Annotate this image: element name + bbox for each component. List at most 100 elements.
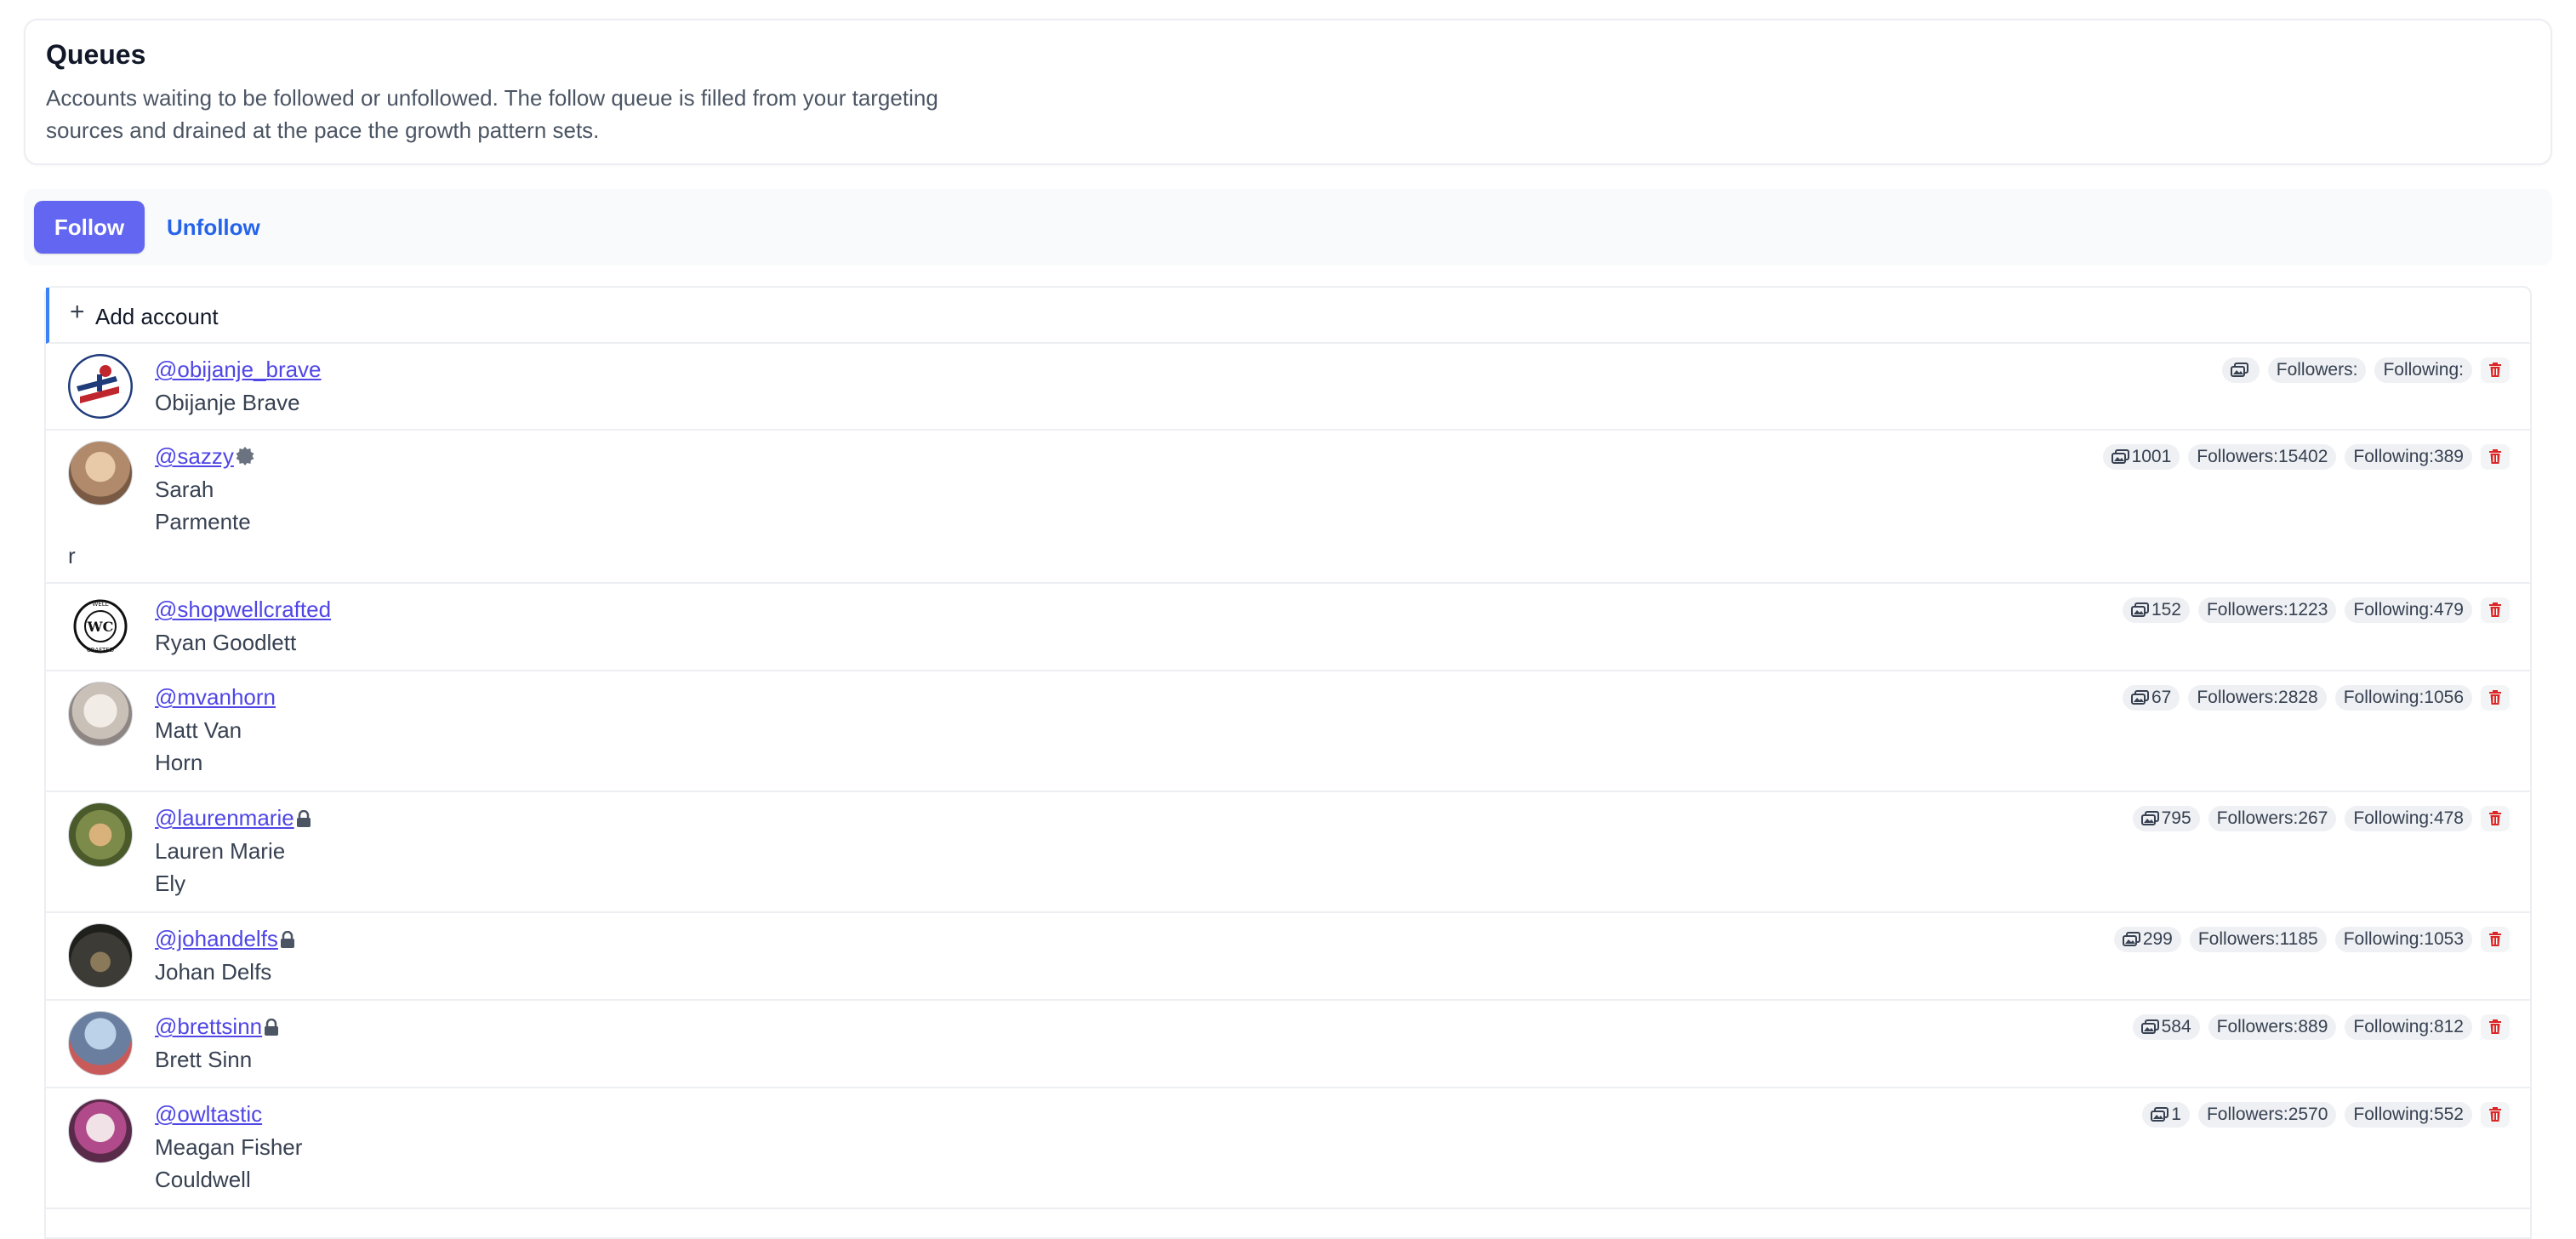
photos-icon (2140, 811, 2162, 826)
account-stats: 152 Followers: 1223 Following: 479 (2122, 597, 2510, 623)
following-count: 389 (2433, 447, 2464, 466)
remove-button[interactable] (2481, 1014, 2510, 1040)
handle-line: @mvanhorn (155, 684, 276, 711)
account-handle-link[interactable]: @shopwellcrafted (155, 597, 331, 622)
queue-row: @johandelfs Johan Delfs 299 Followers: 1185 F… (46, 913, 2530, 1001)
add-account-button[interactable]: + Add account (46, 288, 2530, 344)
lock-icon (296, 807, 311, 833)
followers-chip: Followers: 15402 (2188, 444, 2337, 470)
following-label: Following: (2383, 360, 2464, 380)
remove-button[interactable] (2481, 597, 2510, 623)
trash-icon (2488, 363, 2502, 378)
tab-follow[interactable]: Follow (34, 201, 145, 254)
trash-icon (2488, 602, 2502, 618)
display-name-line: Matt Van (155, 717, 242, 743)
queue-row: @owltastic Meagan Fisher Couldwell 1 Followe… (46, 1088, 2530, 1209)
following-count: 552 (2433, 1105, 2464, 1124)
following-chip: Following: 389 (2345, 444, 2472, 470)
queue-row: @brettsinn Brett Sinn 584 Followers: 889 Foll… (46, 1001, 2530, 1088)
queue-row: @mvanhorn Matt Van Horn 67 Followers: 2828 Fol… (46, 671, 2530, 792)
add-account-label: Add account (95, 304, 219, 329)
followers-label: Followers: (2197, 929, 2280, 949)
following-count: 1056 (2424, 688, 2464, 707)
followers-label: Followers: (2276, 360, 2358, 380)
followers-chip: Followers: 2570 (2197, 1102, 2337, 1128)
account-handle-link[interactable]: @brettsinn (155, 1013, 262, 1039)
remove-button[interactable] (2481, 1102, 2510, 1128)
queue-tabs: Follow Unfollow (24, 189, 2552, 266)
remove-button[interactable] (2481, 357, 2510, 383)
avatar (68, 923, 133, 988)
posts-count: 1 (2171, 1105, 2181, 1124)
account-stats: 795 Followers: 267 Following: 478 (2132, 806, 2510, 831)
following-chip: Following: 812 (2345, 1014, 2472, 1040)
posts-count: 795 (2161, 808, 2191, 828)
queue-row: WC WELL CRAFTED @shopwellcrafted Ryan Goodle… (46, 584, 2530, 671)
account-handle-link[interactable]: @mvanhorn (155, 684, 276, 710)
following-chip: Following: 479 (2345, 597, 2472, 623)
following-chip: Following: (2374, 357, 2472, 383)
account-handle-link[interactable]: @johandelfs (155, 926, 278, 951)
posts-count: 299 (2142, 929, 2173, 949)
remove-button[interactable] (2481, 927, 2510, 952)
following-chip: Following: 552 (2345, 1102, 2472, 1128)
account-stats: 299 Followers: 1185 Following: 1053 (2113, 927, 2510, 952)
followers-label: Followers: (2197, 688, 2279, 707)
tab-unfollow[interactable]: Unfollow (167, 201, 260, 254)
display-name-line: Ryan Goodlett (155, 630, 297, 655)
account-handle-link[interactable]: @laurenmarie (155, 805, 294, 831)
followers-chip: Followers: (2267, 357, 2367, 383)
followers-chip: Followers: 267 (2208, 806, 2337, 831)
photos-icon (2111, 449, 2132, 465)
avatar (68, 441, 133, 505)
remove-button[interactable] (2481, 806, 2510, 831)
display-name-line: Brett Sinn (155, 1047, 253, 1072)
lock-icon (280, 928, 295, 954)
account-handle-link[interactable]: @obijanje_brave (155, 357, 322, 382)
remove-button[interactable] (2481, 685, 2510, 711)
remove-button[interactable] (2481, 444, 2510, 470)
following-chip: Following: 478 (2345, 806, 2472, 831)
posts-chip: 795 (2132, 806, 2200, 831)
queues-header-card: Queues Accounts waiting to be followed o… (24, 19, 2552, 165)
followers-count: 267 (2298, 808, 2328, 828)
svg-text:CRAFTED: CRAFTED (87, 647, 114, 654)
followers-count: 2828 (2278, 688, 2318, 707)
svg-text:WELL: WELL (92, 601, 108, 608)
following-label: Following: (2353, 808, 2434, 828)
followers-count: 15402 (2278, 447, 2328, 466)
followers-label: Followers: (2216, 808, 2299, 828)
trash-icon (2488, 449, 2502, 465)
trash-icon (2488, 1019, 2502, 1035)
followers-count: 1185 (2279, 929, 2318, 949)
account-handle-link[interactable]: @owltastic (155, 1101, 262, 1127)
display-name-line: Johan Delfs (155, 959, 272, 985)
posts-chip: 1 (2142, 1102, 2190, 1128)
plus-icon: + (70, 298, 85, 326)
posts-chip: 67 (2122, 685, 2180, 711)
account-stats: 67 Followers: 2828 Following: 1056 (2122, 685, 2510, 711)
avatar (68, 1011, 133, 1076)
following-label: Following: (2343, 688, 2425, 707)
display-name-line: Ely (155, 871, 186, 896)
verified-icon (236, 445, 254, 471)
trash-icon (2488, 811, 2502, 826)
followers-chip: Followers: 889 (2208, 1014, 2337, 1040)
page-title: Queues (46, 39, 146, 70)
following-label: Following: (2353, 447, 2434, 466)
followers-count: 889 (2298, 1017, 2328, 1036)
display-name-line: Parmente (155, 509, 251, 534)
account-stats: 1001 Followers: 15402 Following: 389 (2102, 444, 2510, 470)
queue-row: @sazzy Sarah Parmente r 1001 Followers: 15402 F… (46, 431, 2530, 584)
display-name-line: Couldwell (155, 1167, 251, 1192)
following-label: Following: (2353, 1017, 2434, 1036)
followers-label: Followers: (2206, 600, 2288, 620)
account-handle-link[interactable]: @sazzy (155, 443, 234, 469)
followers-label: Followers: (2197, 447, 2278, 466)
following-count: 479 (2433, 600, 2464, 620)
avatar (68, 1099, 133, 1163)
posts-chip: 299 (2113, 927, 2181, 952)
handle-line: @shopwellcrafted (155, 597, 331, 623)
handle-line: @johandelfs (155, 926, 295, 954)
svg-text:WC: WC (87, 619, 114, 635)
